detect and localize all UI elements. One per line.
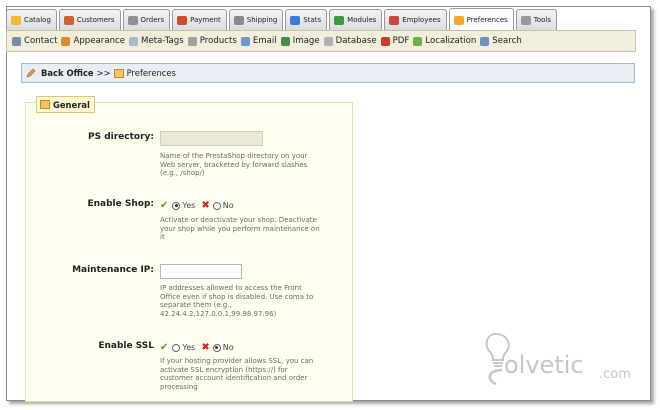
cross-icon: ✖	[201, 342, 210, 353]
preferences-icon	[40, 100, 50, 109]
tab-label: Tools	[533, 16, 552, 24]
tab-shipping[interactable]: Shipping	[228, 9, 284, 30]
subnav-label: Meta-Tags	[141, 36, 184, 46]
tab-label: Modules	[347, 16, 377, 24]
enable-shop-options: ✔ Yes ✖ No	[160, 200, 234, 211]
tab-modules[interactable]: Modules	[329, 9, 383, 30]
enable-ssl-yes-radio[interactable]	[172, 343, 181, 352]
watermark-text: olvetic	[504, 351, 584, 379]
tab-label: Catalog	[24, 16, 51, 24]
subnav-label: PDF	[392, 36, 410, 46]
subnav-pdf[interactable]: PDF	[380, 36, 410, 46]
enable-ssl-label: Enable SSL	[98, 341, 154, 351]
subnav-products[interactable]: Products	[187, 36, 237, 46]
email-icon	[240, 36, 250, 46]
tab-payment[interactable]: Payment	[172, 9, 227, 30]
maintenance-ip-help: IP addresses allowed to access the Front…	[160, 284, 314, 318]
tab-orders[interactable]: Orders	[122, 9, 171, 30]
enable-shop-yes-radio[interactable]	[172, 201, 181, 210]
ps-directory-label: PS directory:	[87, 132, 154, 142]
tab-label: Customers	[76, 16, 115, 24]
products-icon	[187, 36, 197, 46]
tab-label: Payment	[190, 16, 221, 24]
legend-label: General	[53, 99, 90, 110]
subnav-contact[interactable]: Contact	[12, 36, 57, 46]
check-icon: ✔	[160, 342, 169, 353]
preferences-subnav: Contact Appearance Meta-Tags Products Email I…	[6, 30, 636, 52]
meta-tags-icon	[129, 36, 139, 46]
subnav-label: Contact	[24, 36, 58, 46]
tab-label: Preferences	[466, 16, 508, 24]
subnav-label: Appearance	[73, 36, 126, 46]
tab-label: Shipping	[246, 16, 278, 24]
enable-ssl-yes-label: Yes	[182, 343, 196, 352]
watermark-suffix: .com	[599, 367, 631, 382]
user-icon	[63, 15, 74, 25]
subnav-search[interactable]: Search	[480, 36, 522, 46]
subnav-appearance[interactable]: Appearance	[61, 36, 125, 46]
subnav-label: Database	[335, 36, 377, 46]
enable-shop-yes-label: Yes	[182, 201, 196, 210]
tab-employees[interactable]: Employees	[384, 9, 447, 30]
main-tabs: Catalog Customers Orders Payment Shipping Sta…	[6, 8, 558, 31]
subnav-localization[interactable]: Localization	[413, 36, 476, 46]
check-icon: ✔	[160, 200, 169, 211]
folder-icon	[11, 15, 21, 25]
tab-preferences[interactable]: Preferences	[448, 8, 514, 31]
enable-shop-label: Enable Shop:	[87, 199, 154, 209]
truck-icon	[233, 15, 244, 25]
puzzle-icon	[334, 15, 345, 25]
enable-ssl-help: If your hosting provider allows SSL, you…	[160, 357, 314, 391]
enable-ssl-options: ✔ Yes ✖ No	[160, 342, 234, 353]
ps-directory-input[interactable]	[160, 131, 263, 146]
enable-shop-no-radio[interactable]	[212, 201, 221, 210]
tab-label: Orders	[140, 16, 165, 24]
preferences-icon	[113, 68, 124, 78]
pencil-icon	[26, 68, 36, 78]
general-legend: General	[36, 96, 95, 113]
tab-catalog[interactable]: Catalog	[6, 9, 57, 30]
maintenance-ip-label: Maintenance IP:	[72, 265, 154, 275]
subnav-database[interactable]: Database	[323, 36, 377, 46]
appearance-icon	[61, 36, 71, 46]
search-icon	[480, 36, 490, 46]
tab-tools[interactable]: Tools	[515, 9, 558, 30]
tab-stats[interactable]: Stats	[285, 9, 328, 30]
payment-icon	[177, 15, 188, 25]
enable-ssl-no-label: No	[222, 343, 234, 352]
cross-icon: ✖	[201, 200, 210, 211]
solvetic-watermark: olvetic .com	[482, 330, 642, 390]
list-icon	[127, 15, 138, 25]
tab-customers[interactable]: Customers	[58, 9, 121, 30]
breadcrumb: Back Office >> Preferences	[21, 63, 635, 83]
enable-shop-help: Activate or deactivate your shop. Deacti…	[160, 216, 320, 241]
tools-icon	[520, 15, 531, 25]
database-icon	[323, 36, 333, 46]
tab-label: Employees	[402, 16, 441, 24]
tab-label: Stats	[303, 16, 322, 24]
subnav-meta-tags[interactable]: Meta-Tags	[129, 36, 184, 46]
breadcrumb-root[interactable]: Back Office	[41, 68, 94, 78]
subnav-label: Image	[292, 36, 320, 46]
subnav-label: Search	[492, 36, 522, 46]
preferences-icon	[453, 15, 464, 25]
breadcrumb-separator: >>	[96, 68, 111, 78]
chart-icon	[290, 15, 301, 25]
ps-directory-help: Name of the PrestaShop directory on your…	[160, 152, 308, 177]
subnav-image[interactable]: Image	[280, 36, 320, 46]
contact-icon	[12, 36, 21, 46]
localization-icon	[413, 36, 423, 46]
enable-ssl-no-radio[interactable]	[212, 343, 221, 352]
pdf-icon	[380, 36, 390, 46]
subnav-label: Localization	[425, 36, 477, 46]
subnav-label: Products	[199, 36, 237, 46]
subnav-label: Email	[252, 36, 277, 46]
maintenance-ip-input[interactable]	[160, 264, 242, 279]
subnav-email[interactable]: Email	[240, 36, 277, 46]
employees-icon	[389, 15, 400, 25]
image-icon	[280, 36, 290, 46]
enable-shop-no-label: No	[222, 201, 234, 210]
breadcrumb-current: Preferences	[126, 68, 176, 78]
